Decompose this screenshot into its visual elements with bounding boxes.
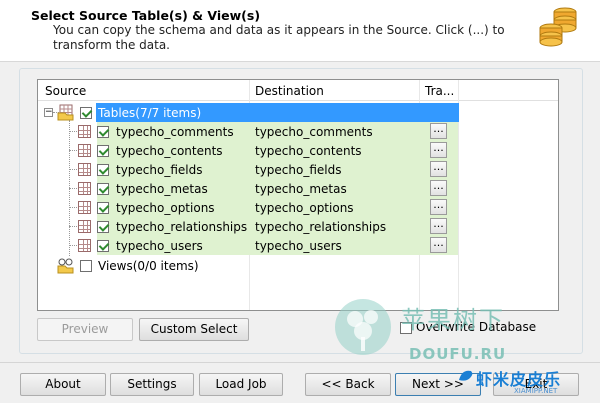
- custom-select-button[interactable]: Custom Select: [139, 318, 249, 341]
- source-name: typecho_metas: [116, 182, 208, 196]
- page-title: Select Source Table(s) & View(s): [31, 8, 261, 23]
- destination-name[interactable]: typecho_contents: [255, 144, 362, 158]
- about-button[interactable]: About: [20, 373, 106, 396]
- column-header-transform[interactable]: Tra...: [425, 84, 454, 98]
- row-checkbox[interactable]: [97, 240, 109, 252]
- row-checkbox[interactable]: [97, 164, 109, 176]
- source-name: typecho_contents: [116, 144, 223, 158]
- table-icon: [78, 163, 91, 176]
- column-header-destination[interactable]: Destination: [255, 84, 324, 98]
- destination-name[interactable]: typecho_options: [255, 201, 354, 215]
- transform-button[interactable]: ...: [430, 180, 447, 196]
- source-name: typecho_fields: [116, 163, 203, 177]
- destination-name[interactable]: typecho_relationships: [255, 220, 386, 234]
- source-name: typecho_comments: [116, 125, 234, 139]
- watermark-tree-logo: [335, 299, 391, 355]
- table-row[interactable]: typecho_options typecho_options ...: [38, 198, 558, 217]
- table-row[interactable]: typecho_contents typecho_contents ...: [38, 141, 558, 160]
- grid-header: Source Destination Tra...: [38, 80, 558, 101]
- source-name: typecho_options: [116, 201, 215, 215]
- transform-button[interactable]: ...: [430, 199, 447, 215]
- table-row[interactable]: typecho_fields typecho_fields ...: [38, 160, 558, 179]
- page-description: You can copy the schema and data as it a…: [53, 23, 505, 52]
- transform-button[interactable]: ...: [430, 218, 447, 234]
- transform-button[interactable]: ...: [430, 237, 447, 253]
- watermark-text-cn: 苹果树下: [401, 306, 505, 334]
- tables-checkbox[interactable]: [80, 107, 92, 119]
- tables-group-label: Tables(7/7 items): [98, 106, 202, 120]
- destination-name[interactable]: typecho_metas: [255, 182, 347, 196]
- row-checkbox[interactable]: [97, 221, 109, 233]
- tables-group-row[interactable]: − Tables(7/7 items): [38, 103, 558, 122]
- source-name: typecho_relationships: [116, 220, 248, 234]
- table-icon: [78, 239, 91, 252]
- back-button[interactable]: << Back: [305, 373, 391, 396]
- transform-button[interactable]: ...: [430, 123, 447, 139]
- destination-name[interactable]: typecho_fields: [255, 163, 342, 177]
- views-group-row[interactable]: Views(0/0 items): [38, 256, 558, 275]
- destination-name[interactable]: typecho_comments: [255, 125, 373, 139]
- table-row[interactable]: typecho_comments typecho_comments ...: [38, 122, 558, 141]
- table-icon: [78, 182, 91, 195]
- table-icon: [78, 144, 91, 157]
- watermark-badge: 虾米皮皮乐 XIAMIPP.NET: [454, 360, 600, 398]
- database-icon: [539, 7, 577, 47]
- source-name: typecho_users: [116, 239, 203, 253]
- watermark-small-text: XIAMIPP.NET: [514, 387, 558, 395]
- tables-folder-icon: [57, 104, 74, 121]
- wizard-header: Select Source Table(s) & View(s) You can…: [0, 0, 600, 62]
- row-checkbox[interactable]: [97, 145, 109, 157]
- column-header-source[interactable]: Source: [45, 84, 86, 98]
- settings-button[interactable]: Settings: [110, 373, 194, 396]
- watermark-shrimp-icon: [459, 370, 473, 381]
- row-checkbox[interactable]: [97, 202, 109, 214]
- views-group-label: Views(0/0 items): [98, 259, 199, 273]
- views-folder-icon: [57, 258, 74, 274]
- transform-button[interactable]: ...: [430, 161, 447, 177]
- table-selection-grid[interactable]: Source Destination Tra... − Tables(7/7 i…: [37, 79, 559, 311]
- preview-button[interactable]: Preview: [37, 318, 133, 341]
- destination-name[interactable]: typecho_users: [255, 239, 342, 253]
- table-row[interactable]: typecho_relationships typecho_relationsh…: [38, 217, 558, 236]
- table-icon: [78, 220, 91, 233]
- table-row[interactable]: typecho_metas typecho_metas ...: [38, 179, 558, 198]
- transform-button[interactable]: ...: [430, 142, 447, 158]
- row-checkbox[interactable]: [97, 183, 109, 195]
- table-icon: [78, 125, 91, 138]
- load-job-button[interactable]: Load Job: [199, 373, 283, 396]
- table-icon: [78, 201, 91, 214]
- collapse-icon[interactable]: −: [44, 108, 53, 117]
- row-checkbox[interactable]: [97, 126, 109, 138]
- views-checkbox[interactable]: [80, 260, 92, 272]
- table-row[interactable]: typecho_users typecho_users ...: [38, 236, 558, 255]
